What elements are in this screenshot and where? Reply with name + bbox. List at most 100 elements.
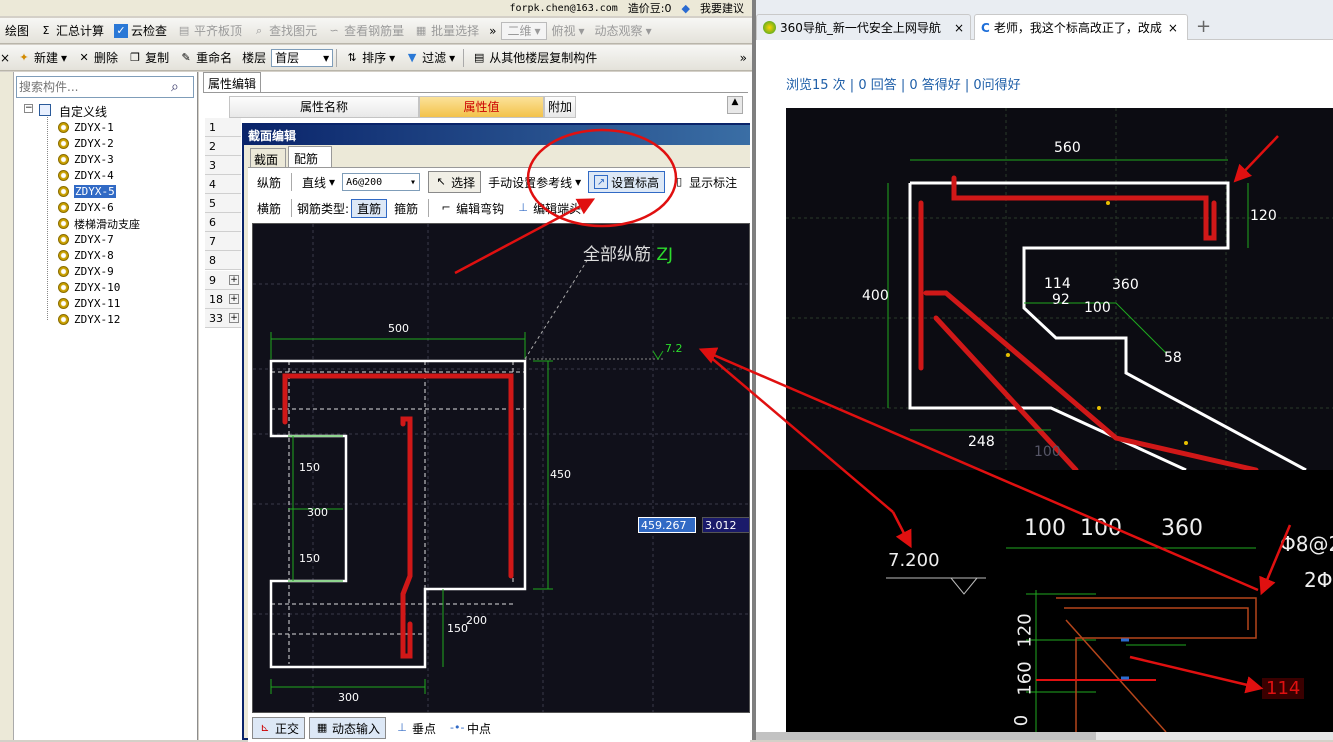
property-row-number[interactable]: 5 (205, 194, 241, 213)
edit-end-button[interactable]: ⊥ 编辑端头 (511, 197, 586, 219)
property-row-number[interactable]: 8 (205, 251, 241, 270)
tree-item[interactable]: ZDYX-5 (58, 184, 116, 199)
section-canvas[interactable]: 全部纵筋 ZJ 500 450 150 300 150 200 150 300 … (252, 223, 750, 713)
ortho-button[interactable]: ⊾ 正交 (252, 717, 306, 739)
question-stats[interactable]: 浏览15 次 | 0 回答 | 0 答得好 | 0问得好 (786, 74, 1021, 93)
view-mode-select[interactable]: 二维 ▾ (501, 21, 547, 40)
align-top-button[interactable]: ▤ 平齐板顶 (172, 20, 247, 42)
expand-icon[interactable]: + (229, 275, 239, 285)
coordinate-input-y[interactable] (702, 517, 749, 533)
property-row-number[interactable]: 3 (205, 156, 241, 175)
browser-tab-question[interactable]: C 老师，我这个标高改正了，改成 × (974, 14, 1188, 40)
scroll-thumb[interactable] (756, 732, 1096, 740)
show-label-button[interactable]: ▯ 显示标注 (667, 171, 742, 193)
set-elevation-button[interactable]: ↗ 设置标高 (588, 171, 666, 193)
tab-section[interactable]: 截面 (250, 148, 286, 167)
copy-button[interactable]: ❐ 复制 (123, 47, 174, 69)
horizontal-scrollbar[interactable] (756, 732, 1333, 740)
property-row-number[interactable]: 9 + (205, 271, 241, 290)
longitudinal-label[interactable]: 纵筋 (252, 171, 286, 193)
select-button[interactable]: ↖ 选择 (428, 171, 482, 193)
rebar-spec-select[interactable]: A6@200 ▾ (342, 173, 421, 191)
search-icon[interactable]: ⌕ (171, 79, 179, 95)
property-row-number[interactable]: 18 + (205, 290, 241, 309)
tree-item[interactable]: ZDYX-9 (58, 264, 114, 279)
tab-title: 360导航_新一代安全上网导航 (780, 21, 941, 35)
tree-item[interactable]: ZDYX-1 (58, 120, 114, 135)
tree-root-label[interactable]: 自定义线 (59, 103, 107, 120)
tree-item[interactable]: 楼梯滑动支座 (58, 216, 140, 231)
edit-hook-button[interactable]: ⌐ 编辑弯钩 (434, 197, 509, 219)
new-button[interactable]: ✦ 新建 ▾ (12, 47, 72, 69)
rename-button[interactable]: ✎ 重命名 (174, 47, 237, 69)
copy-from-floor-button[interactable]: ▤ 从其他楼层复制构件 (467, 47, 602, 69)
sort-button[interactable]: ⇅ 排序 ▾ (340, 47, 400, 69)
column-header-name[interactable]: 属性名称 (229, 96, 419, 118)
expand-icon[interactable]: + (229, 294, 239, 304)
tab-rebar[interactable]: 配筋 (288, 146, 332, 167)
perpendicular-icon: ⊥ (397, 721, 407, 734)
midpoint-button[interactable]: -•- 中点 (445, 717, 496, 739)
find-button[interactable]: ⌕ 查找图元 (247, 20, 322, 42)
img2-elevation: 7.200 (888, 550, 940, 571)
row-number-label: 6 (209, 215, 216, 229)
tree-item[interactable]: ZDYX-12 (58, 312, 120, 327)
property-row-number[interactable]: 6 (205, 213, 241, 232)
property-row-number[interactable]: 7 (205, 232, 241, 251)
column-header-extra[interactable]: 附加 (544, 96, 576, 118)
more-chevron-icon[interactable]: » (484, 20, 501, 42)
close-icon[interactable]: × (1168, 21, 1178, 35)
dynamic-view-button[interactable]: 动态观察 ▾ (590, 20, 657, 42)
browser-tab-360[interactable]: 360导航_新一代安全上网导航 × (756, 14, 971, 40)
tab-property-edit[interactable]: 属性编辑 (203, 72, 261, 92)
check-icon: ✓ (114, 23, 129, 38)
property-row-number[interactable]: 33 + (205, 309, 241, 328)
perpendicular-button[interactable]: ⊥ 垂点 (390, 717, 441, 739)
tree-item[interactable]: ZDYX-3 (58, 152, 114, 167)
bell-icon[interactable]: ◆ (682, 2, 690, 15)
browser-window: 360导航_新一代安全上网导航 × C 老师，我这个标高改正了，改成 × + 浏… (756, 0, 1333, 740)
property-row-number[interactable]: 4 (205, 175, 241, 194)
batch-select-button[interactable]: ▦ 批量选择 (409, 20, 484, 42)
coordinate-input-x[interactable] (638, 517, 696, 533)
tree-item[interactable]: ZDYX-2 (58, 136, 114, 151)
delete-button[interactable]: ✕ 删除 (72, 47, 123, 69)
manual-reference-button[interactable]: 手动设置参考线 ▾ (483, 171, 586, 193)
dynamic-input-button[interactable]: ▦ 动态输入 (309, 717, 387, 739)
tree-item[interactable]: ZDYX-6 (58, 200, 114, 215)
tree-item[interactable]: ZDYX-8 (58, 248, 114, 263)
stirrup-button[interactable]: 箍筋 (389, 197, 423, 219)
new-tab-button[interactable]: + (1196, 16, 1211, 37)
tree-item[interactable]: ZDYX-4 (58, 168, 114, 183)
suggest-link[interactable]: 我要建议 (700, 0, 744, 16)
tree-item[interactable]: ZDYX-10 (58, 280, 120, 295)
collapse-icon[interactable]: − (24, 104, 33, 113)
email-label[interactable]: forpk.chen@163.com (509, 3, 617, 14)
left-strip (0, 72, 14, 740)
property-row-number[interactable]: 1 (205, 118, 241, 137)
summary-button[interactable]: Σ 汇总计算 (34, 20, 109, 42)
column-header-value[interactable]: 属性值 (419, 96, 544, 118)
line-type-select[interactable]: 直线 ▾ (297, 171, 340, 193)
expand-icon[interactable]: + (229, 313, 239, 323)
search-input[interactable] (17, 80, 171, 94)
close-icon[interactable]: × (0, 47, 12, 69)
dim-450: 450 (550, 468, 571, 481)
attached-image-2[interactable]: 100 100 360 7.200 120 160 0 114 Φ8@2 2Φ (786, 470, 1333, 732)
floor-select[interactable]: 首层 ▾ (271, 48, 334, 67)
draw-button[interactable]: 绘图 (0, 20, 34, 42)
more-chevron-icon[interactable]: » (735, 47, 752, 69)
cloud-check-button[interactable]: ✓ 云检查 (109, 20, 172, 42)
ortho-icon: ⊾ (260, 721, 270, 734)
view-rebar-button[interactable]: ∽ 查看钢筋量 (322, 20, 409, 42)
top-view-button[interactable]: 俯视 ▾ (547, 20, 590, 42)
property-row-number[interactable]: 2 (205, 137, 241, 156)
tree-item[interactable]: ZDYX-7 (58, 232, 114, 247)
attached-image-1[interactable]: 560 120 400 114 360 92 100 58 248 100 (786, 108, 1333, 470)
transverse-label[interactable]: 横筋 (252, 197, 286, 219)
scroll-up-icon[interactable]: ▲ (727, 96, 743, 114)
tree-item[interactable]: ZDYX-11 (58, 296, 120, 311)
close-icon[interactable]: × (954, 21, 964, 35)
straight-rebar-button[interactable]: 直筋 (351, 198, 388, 218)
filter-button[interactable]: ▼ 过滤 ▾ (400, 47, 460, 69)
